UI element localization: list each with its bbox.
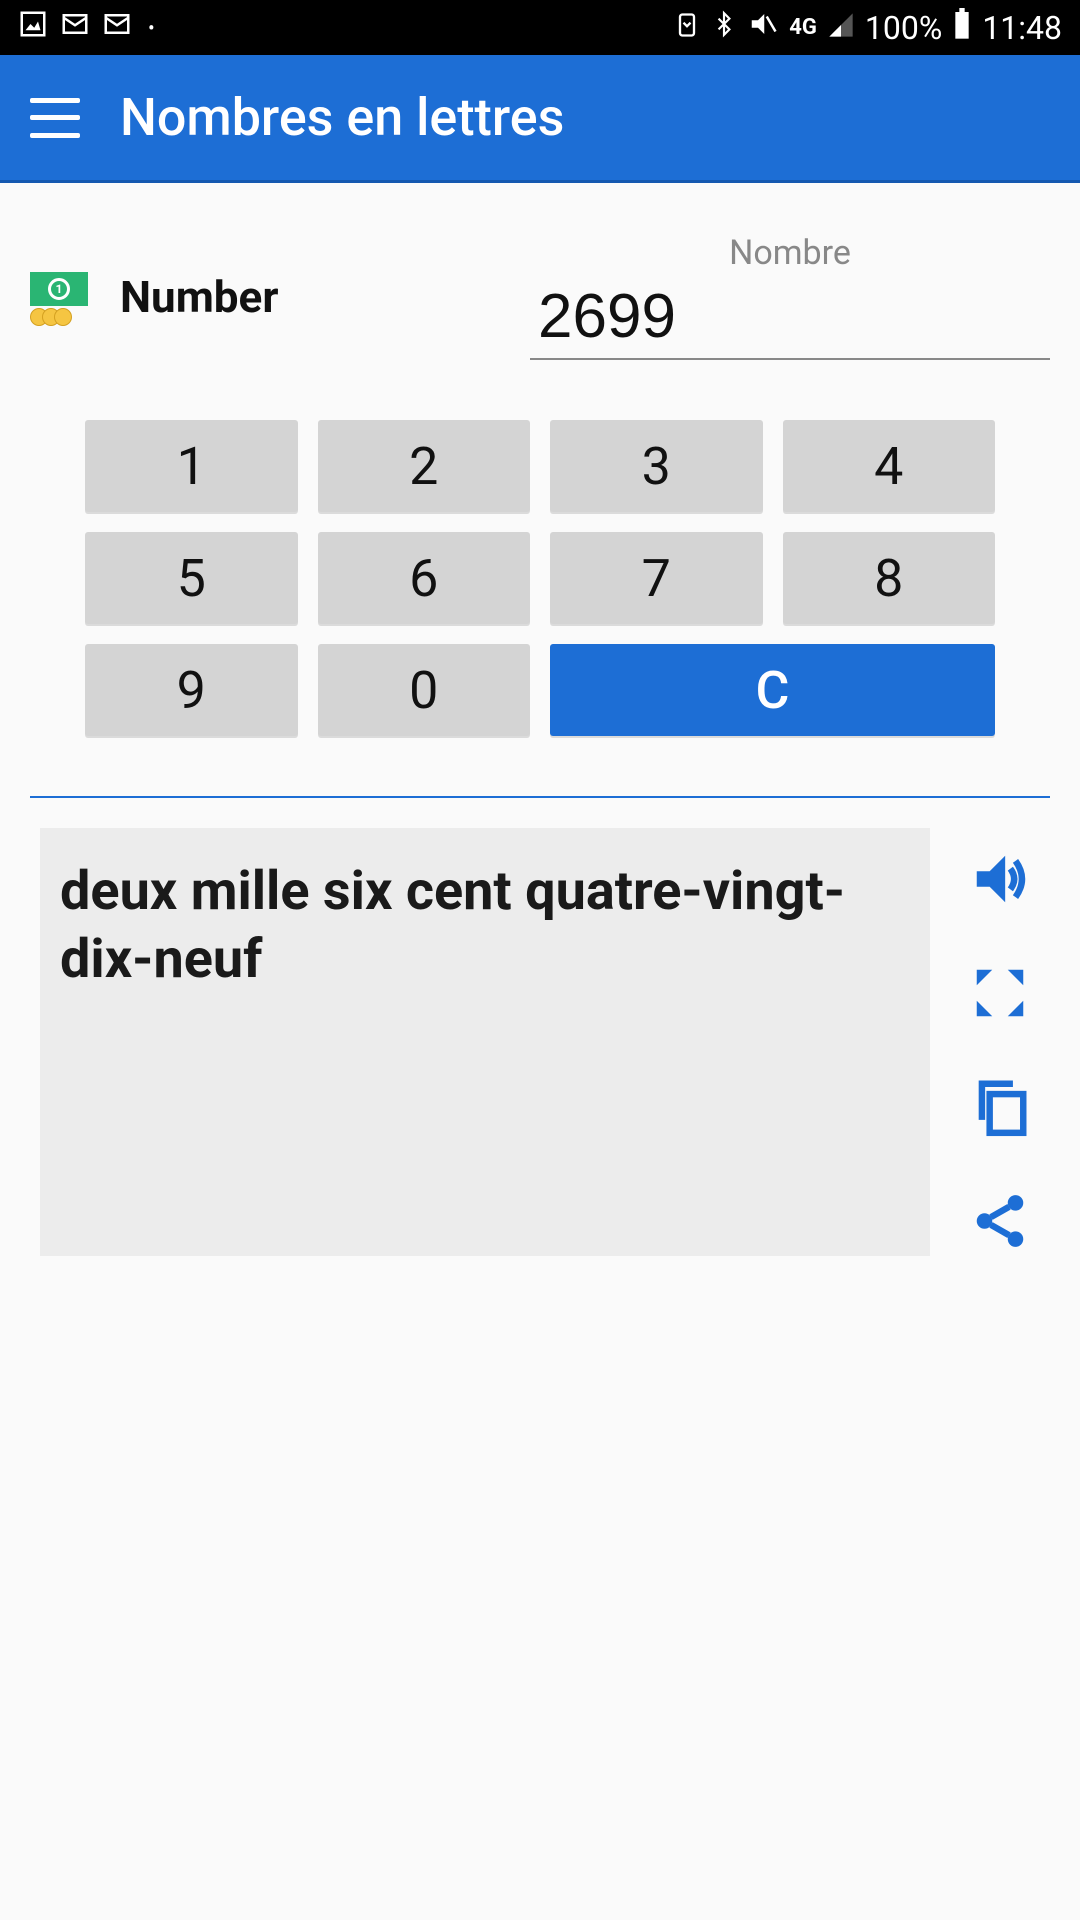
- battery-percent: 100%: [865, 9, 942, 47]
- signal-icon: [827, 9, 855, 47]
- keypad-7[interactable]: 7: [550, 532, 763, 624]
- number-label: Number: [120, 271, 278, 323]
- battery-icon: [952, 8, 972, 48]
- app-bar: Nombres en lettres: [0, 55, 1080, 183]
- fullscreen-button[interactable]: [969, 962, 1031, 1028]
- keypad-1[interactable]: 1: [85, 420, 298, 512]
- mail-icon: [60, 9, 90, 47]
- mute-icon: [747, 9, 779, 47]
- money-icon: 1: [30, 272, 90, 322]
- dot-indicator: •: [148, 16, 155, 40]
- result-text: deux mille six cent quatre-vingt-dix-neu…: [60, 858, 910, 993]
- keypad: 1 2 3 4 5 6 7 8 9 0 C: [30, 400, 1050, 776]
- gmail-icon: [102, 9, 132, 47]
- keypad-8[interactable]: 8: [783, 532, 996, 624]
- status-left: •: [18, 9, 155, 47]
- input-row: 1 Number Nombre: [30, 233, 1050, 400]
- content-area: 1 Number Nombre 1 2 3 4 5 6 7 8 9 0 C de…: [0, 183, 1080, 1266]
- app-title: Nombres en lettres: [120, 87, 564, 148]
- divider: [30, 796, 1050, 798]
- number-input-hint: Nombre: [530, 233, 1050, 273]
- result-box: deux mille six cent quatre-vingt-dix-neu…: [40, 828, 930, 1256]
- pictures-icon: [18, 9, 48, 47]
- action-column: [960, 828, 1040, 1256]
- clock-time: 11:48: [982, 9, 1062, 47]
- keypad-6[interactable]: 6: [318, 532, 531, 624]
- network-4g-label: 4G: [789, 15, 817, 40]
- keypad-4[interactable]: 4: [783, 420, 996, 512]
- result-area: deux mille six cent quatre-vingt-dix-neu…: [30, 818, 1050, 1266]
- bluetooth-icon: [711, 9, 737, 47]
- copy-button[interactable]: [969, 1076, 1031, 1142]
- status-right: 4G 100% 11:48: [673, 8, 1062, 48]
- download-icon: [673, 9, 701, 47]
- share-button[interactable]: [969, 1190, 1031, 1256]
- keypad-clear[interactable]: C: [550, 644, 995, 736]
- number-input[interactable]: [530, 281, 1050, 352]
- number-input-wrap: Nombre: [530, 233, 1050, 360]
- keypad-2[interactable]: 2: [318, 420, 531, 512]
- keypad-3[interactable]: 3: [550, 420, 763, 512]
- keypad-0[interactable]: 0: [318, 644, 531, 736]
- menu-button[interactable]: [30, 98, 80, 138]
- keypad-5[interactable]: 5: [85, 532, 298, 624]
- speak-button[interactable]: [969, 848, 1031, 914]
- status-bar: • 4G 100% 11:48: [0, 0, 1080, 55]
- keypad-9[interactable]: 9: [85, 644, 298, 736]
